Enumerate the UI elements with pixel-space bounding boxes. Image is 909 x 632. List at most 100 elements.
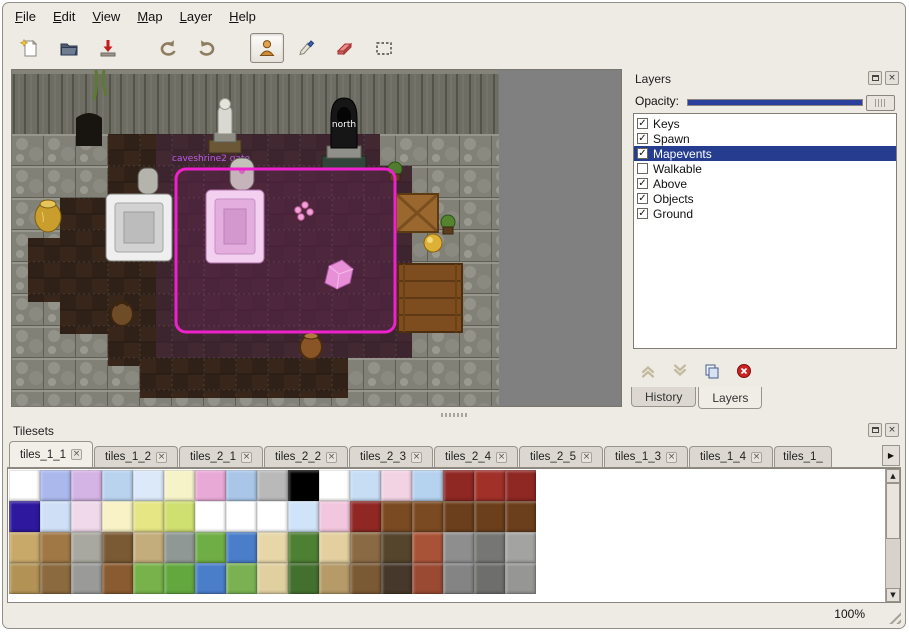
tile-cell[interactable] <box>71 501 102 532</box>
opacity-slider-handle[interactable] <box>866 95 895 111</box>
float-panel-button[interactable] <box>868 71 882 85</box>
tile-cell[interactable] <box>40 470 71 501</box>
tile-cell[interactable] <box>40 532 71 563</box>
tileset-tab[interactable]: tiles_2_1 × <box>179 446 263 467</box>
tile-cell[interactable] <box>288 470 319 501</box>
tile-cell[interactable] <box>9 532 40 563</box>
brush-tool-button[interactable] <box>289 33 323 63</box>
tile-cell[interactable] <box>40 501 71 532</box>
layer-row-walkable[interactable]: Walkable <box>634 161 896 176</box>
layer-row-keys[interactable]: ✓ Keys <box>634 116 896 131</box>
opacity-slider[interactable] <box>687 99 863 106</box>
menu-file[interactable]: File <box>15 9 36 24</box>
tile-cell[interactable] <box>71 532 102 563</box>
tile-cell[interactable] <box>164 501 195 532</box>
layer-row-objects[interactable]: ✓ Objects <box>634 191 896 206</box>
tileset-tab[interactable]: tiles_2_2 × <box>264 446 348 467</box>
select-tool-button[interactable] <box>367 33 401 63</box>
tile-cell[interactable] <box>195 470 226 501</box>
tileset-tab[interactable]: tiles_1_2 × <box>94 446 178 467</box>
tile-cell[interactable] <box>350 563 381 594</box>
tile-cell[interactable] <box>505 470 536 501</box>
layer-checkbox[interactable]: ✓ <box>637 178 648 189</box>
tile-cell[interactable] <box>505 501 536 532</box>
tile-cell[interactable] <box>381 470 412 501</box>
tile-cell[interactable] <box>350 532 381 563</box>
tab-history[interactable]: History <box>631 387 696 407</box>
tile-cell[interactable] <box>195 563 226 594</box>
tile-cell[interactable] <box>226 532 257 563</box>
tileset-tab[interactable]: tiles_2_3 × <box>349 446 433 467</box>
tileset-tab[interactable]: tiles_1_3 × <box>604 446 688 467</box>
float-panel-button[interactable] <box>868 423 882 437</box>
tile-cell[interactable] <box>288 532 319 563</box>
resize-grip[interactable] <box>886 609 901 624</box>
delete-layer-button[interactable] <box>733 361 755 381</box>
tile-cell[interactable] <box>505 563 536 594</box>
menu-edit[interactable]: Edit <box>53 9 75 24</box>
tile-cell[interactable] <box>71 563 102 594</box>
tile-cell[interactable] <box>381 532 412 563</box>
tab-close-icon[interactable]: × <box>751 452 762 463</box>
tile-cell[interactable] <box>443 532 474 563</box>
tile-cell[interactable] <box>164 563 195 594</box>
scroll-up-button[interactable]: ▲ <box>886 469 900 483</box>
tab-close-icon[interactable]: × <box>71 449 82 460</box>
tile-cell[interactable] <box>474 563 505 594</box>
scrollbar-thumb[interactable] <box>886 483 900 539</box>
tile-cell[interactable] <box>443 470 474 501</box>
layer-checkbox[interactable]: ✓ <box>637 148 648 159</box>
tile-cell[interactable] <box>350 501 381 532</box>
tile-cell[interactable] <box>133 563 164 594</box>
tile-cell[interactable] <box>226 563 257 594</box>
tile-cell[interactable] <box>412 532 443 563</box>
tile-cell[interactable] <box>381 501 412 532</box>
tile-cell[interactable] <box>9 563 40 594</box>
tile-cell[interactable] <box>195 532 226 563</box>
menu-map[interactable]: Map <box>137 9 162 24</box>
tileset-tab[interactable]: tiles_1_1 × <box>9 441 93 467</box>
undo-button[interactable] <box>151 33 185 63</box>
tile-cell[interactable] <box>319 532 350 563</box>
close-panel-button[interactable]: × <box>885 71 899 85</box>
tile-cell[interactable] <box>164 532 195 563</box>
layer-row-mapevents[interactable]: ✓ Mapevents <box>634 146 896 161</box>
open-button[interactable] <box>52 33 86 63</box>
tile-cell[interactable] <box>102 470 133 501</box>
tile-cell[interactable] <box>257 470 288 501</box>
tile-cell[interactable] <box>164 470 195 501</box>
tile-cell[interactable] <box>474 470 505 501</box>
tile-cell[interactable] <box>381 563 412 594</box>
tileset-tab[interactable]: tiles_2_4 × <box>434 446 518 467</box>
tab-close-icon[interactable]: × <box>156 452 167 463</box>
tab-layers[interactable]: Layers <box>698 387 762 409</box>
save-button[interactable] <box>91 33 125 63</box>
tile-cell[interactable] <box>412 470 443 501</box>
tab-close-icon[interactable]: × <box>241 452 252 463</box>
duplicate-layer-button[interactable] <box>701 361 723 381</box>
close-panel-button[interactable]: × <box>885 423 899 437</box>
tile-cell[interactable] <box>412 501 443 532</box>
tileset-tab[interactable]: tiles_1_ <box>774 446 832 467</box>
tile-cell[interactable] <box>350 470 381 501</box>
tile-cell[interactable] <box>257 532 288 563</box>
stamp-tool-button[interactable] <box>250 33 284 63</box>
selection-rectangle[interactable] <box>176 169 395 332</box>
tile-cell[interactable] <box>319 501 350 532</box>
new-file-button[interactable] <box>13 33 47 63</box>
tab-close-icon[interactable]: × <box>496 452 507 463</box>
tile-cell[interactable] <box>474 532 505 563</box>
tab-scroll-right-button[interactable]: ▶ <box>882 445 900 466</box>
tile-cell[interactable] <box>319 563 350 594</box>
tile-cell[interactable] <box>474 501 505 532</box>
tile-cell[interactable] <box>71 470 102 501</box>
tile-cell[interactable] <box>133 532 164 563</box>
lower-layer-button[interactable] <box>669 361 691 381</box>
layer-row-ground[interactable]: ✓ Ground <box>634 206 896 221</box>
tile-cell[interactable] <box>288 563 319 594</box>
tile-cell[interactable] <box>226 501 257 532</box>
raise-layer-button[interactable] <box>637 361 659 381</box>
layer-row-above[interactable]: ✓ Above <box>634 176 896 191</box>
tile-cell[interactable] <box>40 563 71 594</box>
layer-checkbox[interactable]: ✓ <box>637 193 648 204</box>
